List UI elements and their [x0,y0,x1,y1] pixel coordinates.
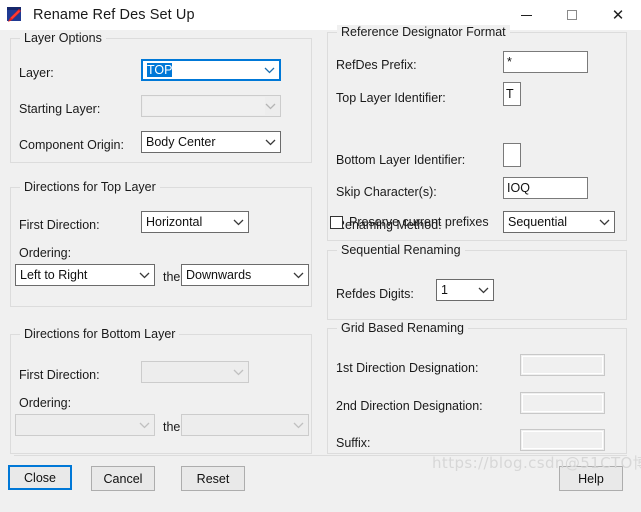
refdes-prefix-value: * [507,55,512,69]
second-direction-designation-input[interactable] [520,392,605,414]
component-origin-label: Component Origin: [19,138,124,152]
bottom-ordering-label: Ordering: [19,396,72,410]
bottom-ordering-first-combobox[interactable] [15,414,155,436]
close-button[interactable]: ✕ [595,0,641,30]
refdes-digits-label: Refdes Digits: [336,287,414,301]
bottom-first-direction-label: First Direction: [19,368,100,382]
group-refdes-format: Reference Designator Format RefDes Prefi… [327,25,627,241]
layer-value: TOP [147,63,173,77]
close-button-action[interactable]: Close [8,465,72,490]
renaming-method-value: Sequential [508,215,568,229]
top-ordering-first-value: Left to Right [20,268,88,282]
component-origin-value: Body Center [146,135,216,149]
minimize-button[interactable] [503,0,549,30]
group-directions-top: Directions for Top Layer First Direction… [10,180,312,307]
suffix-label: Suffix: [336,436,371,450]
chevron-down-icon [288,272,308,279]
chevron-down-icon [288,422,308,429]
skip-characters-label: Skip Character(s): [336,185,437,199]
top-ordering-label: Ordering: [19,246,72,260]
group-sequential-renaming: Sequential Renaming Refdes Digits: 1 [327,243,627,320]
title-bar: Rename Ref Des Set Up ✕ [0,0,641,30]
preserve-prefixes-label: Preserve current prefixes [349,215,489,229]
layer-label: Layer: [19,66,54,80]
bottom-layer-identifier-label: Bottom Layer Identifier: [336,153,466,167]
watermark: https://blog.csdn@51CTO博客 [432,454,641,472]
skip-characters-input[interactable]: IOQ [503,177,588,199]
group-refdes-format-title: Reference Designator Format [337,25,510,39]
chevron-down-icon [134,272,154,279]
cancel-button[interactable]: Cancel [91,466,155,491]
maximize-button[interactable] [549,0,595,30]
rename-refdes-icon [6,6,24,24]
starting-layer-label: Starting Layer: [19,102,101,116]
top-first-direction-combobox[interactable]: Horizontal [141,211,249,233]
reset-button[interactable]: Reset [181,466,245,491]
top-layer-identifier-value: T [506,87,514,101]
top-ordering-second-combobox[interactable]: Downwards [181,264,309,286]
layer-combobox[interactable]: TOP [141,59,281,81]
top-layer-identifier-input[interactable]: T [503,82,521,106]
suffix-input[interactable] [520,429,605,451]
top-ordering-first-combobox[interactable]: Left to Right [15,264,155,286]
starting-layer-combobox[interactable] [141,95,281,117]
first-direction-designation-label: 1st Direction Designation: [336,361,479,375]
bottom-first-direction-combobox[interactable] [141,361,249,383]
second-direction-designation-label: 2nd Direction Designation: [336,399,483,413]
window-title: Rename Ref Des Set Up [33,7,195,23]
chevron-down-icon [228,219,248,226]
refdes-prefix-label: RefDes Prefix: [336,58,417,72]
top-first-direction-label: First Direction: [19,218,100,232]
component-origin-combobox[interactable]: Body Center [141,131,281,153]
refdes-prefix-input[interactable]: * [503,51,588,73]
minimize-icon [520,14,532,16]
window-controls: ✕ [503,0,641,30]
maximize-icon [567,10,577,20]
chevron-down-icon [260,139,280,146]
group-layer-options-title: Layer Options [20,31,106,45]
close-icon: ✕ [611,5,625,24]
group-grid-renaming: Grid Based Renaming 1st Direction Design… [327,321,627,454]
chevron-down-icon [473,287,493,294]
group-sequential-renaming-title: Sequential Renaming [337,243,465,257]
preserve-prefixes-checkbox[interactable] [330,215,343,229]
top-first-direction-value: Horizontal [146,215,203,229]
preserve-prefixes-row[interactable]: Preserve current prefixes [330,215,489,229]
top-ordering-second-value: Downwards [186,268,252,282]
skip-characters-value: IOQ [507,181,530,195]
chevron-down-icon [134,422,154,429]
group-directions-top-title: Directions for Top Layer [20,180,160,194]
group-layer-options: Layer Options Layer: TOP Starting Layer:… [10,31,312,163]
chevron-down-icon [594,219,614,226]
chevron-down-icon [259,67,279,74]
group-directions-bottom-title: Directions for Bottom Layer [20,327,180,341]
renaming-method-combobox[interactable]: Sequential [503,211,615,233]
chevron-down-icon [228,369,248,376]
bottom-layer-identifier-input[interactable] [503,143,521,167]
refdes-digits-value: 1 [441,283,448,297]
first-direction-designation-input[interactable] [520,354,605,376]
top-layer-identifier-label: Top Layer Identifier: [336,91,446,105]
dialog-body: Layer Options Layer: TOP Starting Layer:… [0,25,641,512]
group-directions-bottom: Directions for Bottom Layer First Direct… [10,327,312,454]
group-grid-renaming-title: Grid Based Renaming [337,321,468,335]
bottom-ordering-second-combobox[interactable] [181,414,309,436]
refdes-digits-combobox[interactable]: 1 [436,279,494,301]
